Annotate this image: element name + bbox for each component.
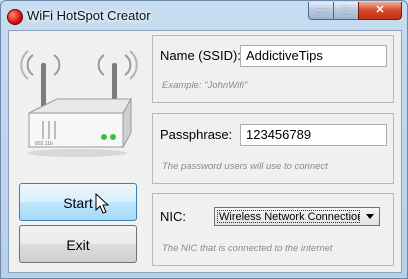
passphrase-hint: The password users will use to connect xyxy=(162,161,328,172)
client-area: 802.11b Start Exit Name (SSID): Addictiv… xyxy=(8,30,402,273)
minimize-button[interactable]: — xyxy=(308,2,334,20)
ssid-label: Name (SSID): xyxy=(160,48,241,63)
title-bar[interactable]: WiFi HotSpot Creator — □ ✕ xyxy=(1,1,407,31)
nic-select[interactable]: Wireless Network Connection xyxy=(214,207,380,226)
window-title: WiFi HotSpot Creator xyxy=(27,8,151,23)
nic-hint: The NIC that is connected to the interne… xyxy=(162,243,333,254)
app-window: WiFi HotSpot Creator — □ ✕ 802.11b Start… xyxy=(0,0,408,279)
ssid-hint: Example: "JohnWifi" xyxy=(162,80,248,91)
start-button[interactable]: Start xyxy=(19,183,137,221)
passphrase-label: Passphrase: xyxy=(160,127,233,142)
nic-group: NIC: Wireless Network Connection The NIC… xyxy=(152,193,394,266)
app-icon xyxy=(7,9,23,25)
maximize-button[interactable]: □ xyxy=(333,2,359,20)
passphrase-field[interactable]: 123456789 xyxy=(240,124,387,146)
ssid-group: Name (SSID): AddictiveTips Example: "Joh… xyxy=(152,35,394,103)
nic-label: NIC: xyxy=(160,209,186,224)
minimize-icon: — xyxy=(315,4,327,16)
close-button[interactable]: ✕ xyxy=(358,2,402,20)
nic-selected-value: Wireless Network Connection xyxy=(217,210,360,223)
router-model-label: 802.11b xyxy=(35,141,53,147)
chevron-down-icon xyxy=(366,214,374,219)
close-icon: ✕ xyxy=(375,4,385,16)
exit-button[interactable]: Exit xyxy=(19,225,137,263)
passphrase-group: Passphrase: 123456789 The password users… xyxy=(152,113,394,184)
mouse-pointer-icon xyxy=(95,193,110,214)
maximize-icon: □ xyxy=(342,4,350,16)
wireless-router-icon: 802.11b xyxy=(20,50,138,157)
ssid-field[interactable]: AddictiveTips xyxy=(240,45,387,67)
